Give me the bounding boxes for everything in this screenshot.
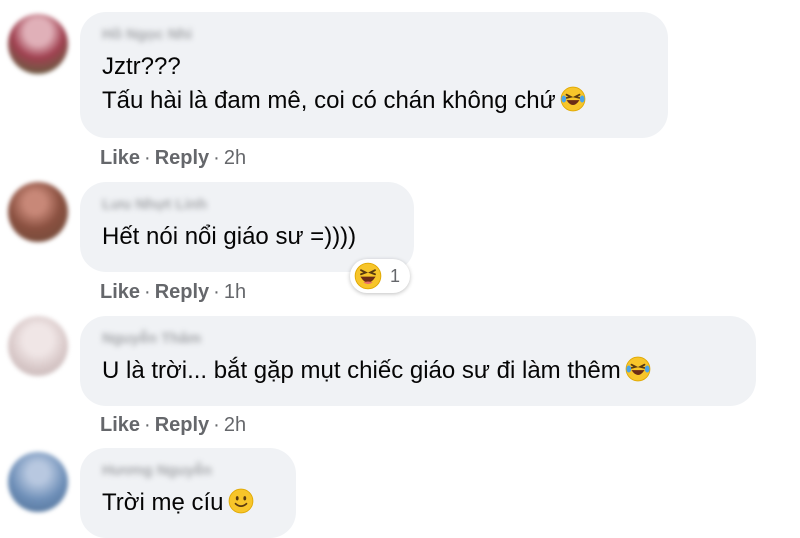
separator: · [213,147,220,169]
comment-text: Tấu hài là đam mê, coi có chán không chứ [102,84,646,118]
timestamp[interactable]: 2h [224,414,246,436]
laughing-icon [354,262,382,290]
comment-text: Hết nói nổi giáo sư =)))) [102,223,357,250]
rolling-on-floor-laughing-icon [559,86,586,112]
timestamp[interactable]: 1h [224,281,246,303]
comment-actions: Like · Reply · 1h [100,281,246,304]
separator: · [144,147,151,169]
comment-text: Jztr??? [102,53,181,80]
comment-actions: Like · Reply · 2h [100,147,246,170]
reaction-count-value: 1 [390,265,401,286]
comment-author[interactable]: Hồ Ngọc Nhi [102,26,646,44]
comment-author[interactable]: Nguyễn Thâm [102,330,734,348]
separator: · [144,281,151,303]
comment-text: Trời mẹ cíu [102,486,274,520]
reply-button[interactable]: Reply [155,147,209,169]
comment-text-line: U là trời... bắt gặp mụt chiếc giáo sư đ… [102,357,621,384]
separator: · [213,414,220,436]
like-button[interactable]: Like [100,414,140,436]
separator: · [144,414,151,436]
timestamp[interactable]: 2h [224,147,246,169]
comment-actions: Like · Reply · 2h [100,414,246,437]
comment-text: U là trời... bắt gặp mụt chiếc giáo sư đ… [102,354,734,388]
rolling-on-floor-laughing-icon [624,356,651,382]
avatar[interactable] [8,316,68,376]
comment-bubble: Nguyễn Thâm U là trời... bắt gặp mụt chi… [80,316,756,406]
like-button[interactable]: Like [100,147,140,169]
avatar[interactable] [8,452,68,512]
separator: · [213,281,220,303]
reaction-count[interactable]: 1 [350,259,411,293]
comment-text-line: Trời mẹ cíu [102,489,224,516]
reply-button[interactable]: Reply [155,414,209,436]
avatar[interactable] [8,182,68,242]
comment-author[interactable]: Hương Nguyễn [102,462,274,480]
comment-author[interactable]: Lưu Nhựt Linh [102,196,392,214]
comment-text-line: Tấu hài là đam mê, coi có chán không chứ [102,87,556,114]
reply-button[interactable]: Reply [155,281,209,303]
avatar[interactable] [8,14,68,74]
comment-bubble: Hồ Ngọc Nhi Jztr??? Tấu hài là đam mê, c… [80,12,668,138]
slightly-smiling-face-icon [227,488,254,514]
like-button[interactable]: Like [100,281,140,303]
